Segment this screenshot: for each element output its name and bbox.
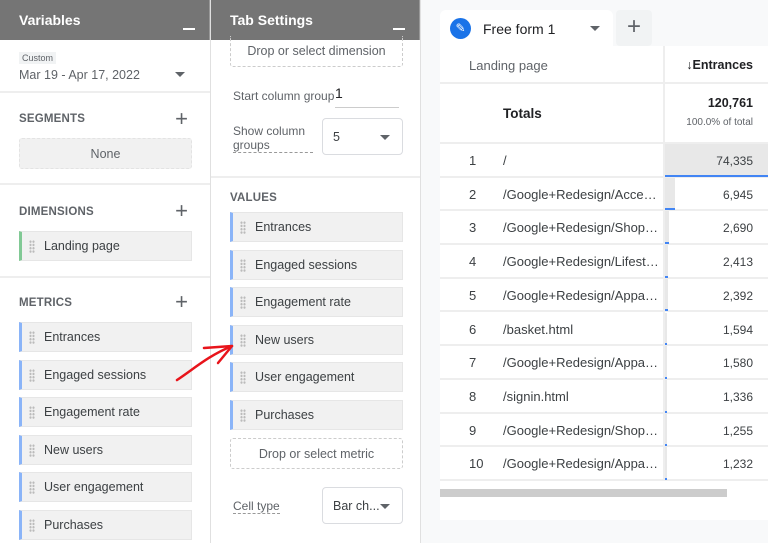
red-arrow-annotation [175, 344, 234, 382]
